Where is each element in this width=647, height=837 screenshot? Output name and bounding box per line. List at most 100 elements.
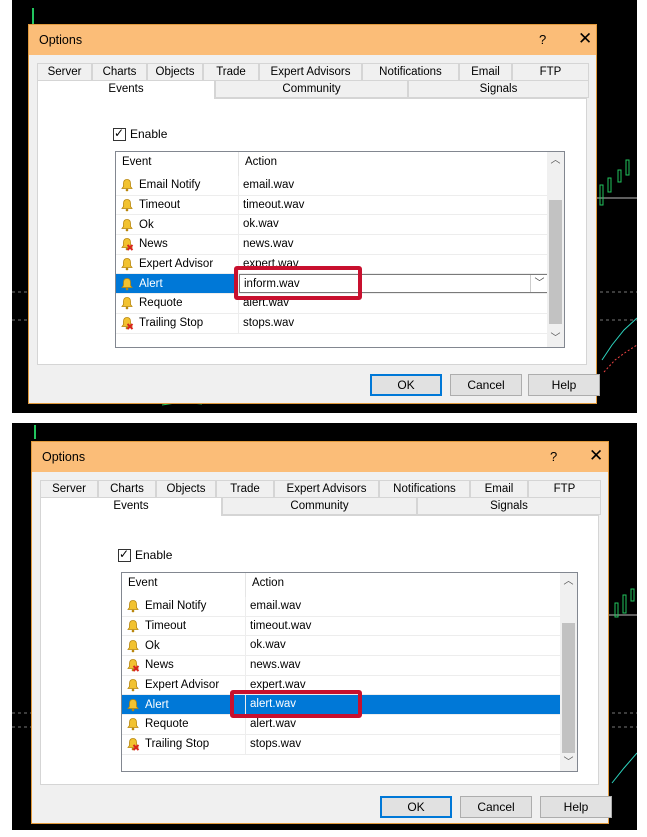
cancel-button[interactable]: Cancel (460, 796, 532, 818)
action-cell[interactable]: expert.wav (239, 255, 549, 274)
action-cell[interactable]: ok.wav (246, 636, 562, 655)
tab-events[interactable]: Events (40, 497, 222, 516)
event-cell[interactable]: Alert (116, 274, 239, 294)
enable-checkbox[interactable]: Enable (118, 547, 172, 562)
list-item[interactable]: Alert alert.wav (122, 695, 562, 716)
list-item[interactable]: Timeout timeout.wav (122, 616, 562, 637)
tab-community[interactable]: Community (222, 497, 417, 515)
events-list[interactable]: Event Action Email Notify email.wav Timeou… (121, 572, 578, 772)
help-button[interactable]: Help (540, 796, 612, 818)
list-item[interactable]: Email Notify email.wav (116, 176, 549, 196)
list-item[interactable]: Ok ok.wav (116, 215, 549, 236)
close-icon[interactable]: ✕ (589, 446, 603, 466)
event-cell[interactable]: Timeout (122, 616, 246, 636)
tab-charts[interactable]: Charts (92, 63, 147, 81)
scroll-down-icon[interactable]: ﹀ (560, 754, 577, 771)
action-cell[interactable]: timeout.wav (246, 617, 562, 636)
event-cell[interactable]: Expert Advisor (122, 675, 246, 695)
list-item[interactable]: Timeout timeout.wav (116, 195, 549, 216)
tab-ftp[interactable]: FTP (528, 480, 601, 498)
event-cell[interactable]: Trailing Stop (122, 734, 246, 754)
scroll-thumb[interactable] (549, 200, 562, 324)
action-cell[interactable]: email.wav (246, 597, 562, 616)
event-cell[interactable]: Alert (122, 695, 246, 715)
help-icon[interactable]: ? (550, 449, 557, 464)
chevron-down-icon[interactable]: ﹀ (530, 275, 548, 293)
cancel-button[interactable]: Cancel (450, 374, 522, 396)
column-header-event[interactable]: Event (122, 573, 246, 597)
tab-email[interactable]: Email (459, 63, 512, 81)
event-cell[interactable]: Ok (122, 636, 246, 656)
list-item[interactable]: Trailing Stop stops.wav (122, 734, 562, 755)
action-cell[interactable]: email.wav (239, 176, 549, 195)
list-item[interactable]: Ok ok.wav (122, 636, 562, 657)
list-item[interactable]: News news.wav (116, 235, 549, 255)
action-cell[interactable]: news.wav (239, 235, 549, 254)
action-cell[interactable]: stops.wav (239, 314, 549, 333)
tab-trade[interactable]: Trade (216, 480, 274, 498)
action-cell[interactable]: expert.wav (246, 676, 562, 695)
tab-community[interactable]: Community (215, 80, 408, 98)
list-item[interactable]: Trailing Stop stops.wav (116, 313, 549, 334)
event-cell[interactable]: Email Notify (116, 176, 239, 195)
tab-events[interactable]: Events (37, 80, 215, 99)
tab-signals[interactable]: Signals (417, 497, 601, 515)
tab-server[interactable]: Server (37, 63, 92, 81)
tab-server[interactable]: Server (40, 480, 98, 498)
event-cell[interactable]: News (122, 656, 246, 675)
vertical-scrollbar[interactable]: ︿ ﹀ (547, 152, 564, 347)
vertical-scrollbar[interactable]: ︿ ﹀ (560, 573, 577, 771)
ok-button[interactable]: OK (370, 374, 442, 396)
list-item[interactable]: Expert Advisor expert.wav (116, 254, 549, 275)
scroll-up-icon[interactable]: ︿ (560, 573, 577, 590)
list-item[interactable]: News news.wav (122, 656, 562, 676)
help-button[interactable]: Help (528, 374, 600, 396)
tab-ftp[interactable]: FTP (512, 63, 589, 81)
event-cell[interactable]: Trailing Stop (116, 313, 239, 333)
event-cell[interactable]: Ok (116, 215, 239, 235)
scroll-up-icon[interactable]: ︿ (547, 152, 564, 169)
events-list[interactable]: Event Action Email Notify email.wav Timeou… (115, 151, 565, 348)
event-cell[interactable]: News (116, 235, 239, 254)
column-header-event[interactable]: Event (116, 152, 239, 176)
tab-expert-advisors[interactable]: Expert Advisors (274, 480, 379, 498)
column-header-action[interactable]: Action (239, 152, 549, 176)
event-cell[interactable]: Email Notify (122, 597, 246, 616)
help-icon[interactable]: ? (539, 32, 546, 47)
ok-button[interactable]: OK (380, 796, 452, 818)
tab-notifications[interactable]: Notifications (379, 480, 470, 498)
action-cell[interactable]: alert.wav (246, 695, 562, 714)
list-item[interactable]: Requote alert.wav (116, 294, 549, 314)
event-cell[interactable]: Timeout (116, 195, 239, 215)
scroll-down-icon[interactable]: ﹀ (547, 330, 564, 347)
enable-checkbox[interactable]: Enable (113, 126, 167, 141)
tab-email[interactable]: Email (470, 480, 528, 498)
event-cell[interactable]: Requote (116, 294, 239, 313)
checkbox-icon[interactable] (113, 126, 126, 141)
action-dropdown[interactable]: inform.wav ﹀ (239, 274, 549, 294)
scroll-thumb[interactable] (562, 623, 575, 753)
action-cell[interactable]: stops.wav (246, 735, 562, 754)
tab-expert-advisors[interactable]: Expert Advisors (259, 63, 362, 81)
action-cell[interactable]: timeout.wav (239, 196, 549, 215)
list-item[interactable]: Alert inform.wav ﹀ (116, 274, 549, 295)
action-cell[interactable]: ok.wav (239, 215, 549, 234)
action-value: alert.wav (250, 718, 297, 731)
tab-notifications[interactable]: Notifications (362, 63, 459, 81)
action-cell[interactable]: news.wav (246, 656, 562, 675)
list-item[interactable]: Requote alert.wav (122, 715, 562, 735)
column-header-action[interactable]: Action (246, 573, 562, 597)
action-cell[interactable]: alert.wav (239, 294, 549, 313)
event-cell[interactable]: Expert Advisor (116, 254, 239, 274)
action-cell[interactable]: alert.wav (246, 715, 562, 734)
tab-trade[interactable]: Trade (203, 63, 259, 81)
close-icon[interactable]: ✕ (578, 29, 592, 49)
tab-objects[interactable]: Objects (147, 63, 203, 81)
checkbox-icon[interactable] (118, 547, 131, 562)
list-item[interactable]: Email Notify email.wav (122, 597, 562, 617)
tab-signals[interactable]: Signals (408, 80, 589, 98)
tab-objects[interactable]: Objects (156, 480, 216, 498)
list-item[interactable]: Expert Advisor expert.wav (122, 675, 562, 696)
event-cell[interactable]: Requote (122, 715, 246, 734)
tab-charts[interactable]: Charts (98, 480, 156, 498)
